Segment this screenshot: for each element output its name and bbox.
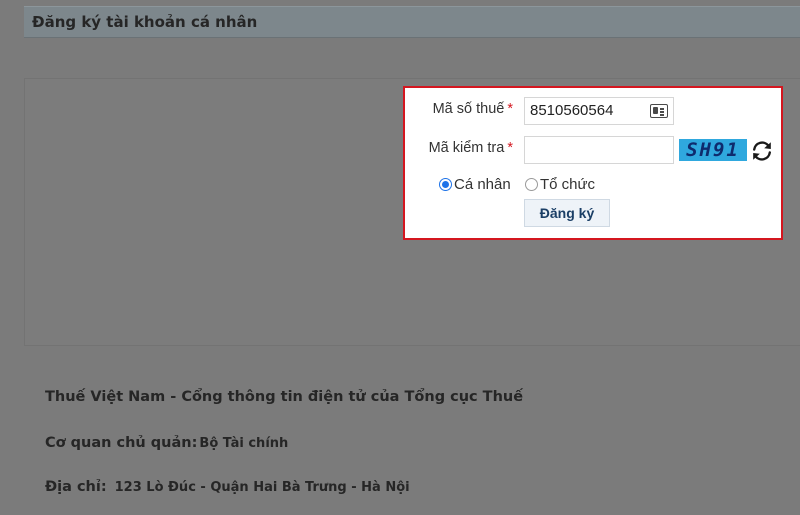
footer-address: Địa chỉ: 123 Lò Đúc - Quận Hai Bà Trưng -… [45, 476, 410, 495]
radio-ca-nhan-label: Cá nhân [454, 175, 511, 193]
radio-to-chuc[interactable]: Tổ chức [525, 175, 595, 193]
page-header: Đăng ký tài khoản cá nhân [24, 6, 800, 38]
captcha-label: Mã kiểm tra * [428, 140, 513, 156]
radio-ca-nhan[interactable]: Cá nhân [439, 175, 511, 193]
required-mark: * [507, 140, 513, 156]
radio-button[interactable] [525, 177, 538, 191]
captcha-input[interactable] [524, 136, 674, 164]
footer-site-title: Thuế Việt Nam - Cổng thông tin điện tử c… [45, 389, 524, 405]
id-card-icon[interactable] [650, 104, 668, 118]
footer-agency: Cơ quan chủ quản: Bộ Tài chính [45, 432, 288, 451]
address-value: 123 Lò Đúc - Quận Hai Bà Trưng - Hà Nội [114, 480, 410, 495]
captcha-image: SH91 [679, 139, 747, 161]
address-label: Địa chỉ: [45, 479, 107, 495]
required-mark: * [507, 101, 513, 117]
registration-form: Mã số thuế * 8510560564 Mã kiểm tra * SH91… [403, 86, 783, 240]
tax-code-value: 8510560564 [530, 102, 614, 119]
radio-button-checked[interactable] [439, 177, 452, 191]
agency-label: Cơ quan chủ quản: [45, 435, 198, 451]
page-title: Đăng ký tài khoản cá nhân [32, 13, 258, 31]
refresh-icon[interactable] [750, 139, 774, 163]
register-button[interactable]: Đăng ký [524, 199, 610, 227]
agency-value: Bộ Tài chính [199, 436, 289, 451]
tax-code-input[interactable]: 8510560564 [524, 97, 674, 125]
tax-code-label: Mã số thuế * [432, 101, 513, 117]
radio-to-chuc-label: Tổ chức [540, 175, 596, 193]
